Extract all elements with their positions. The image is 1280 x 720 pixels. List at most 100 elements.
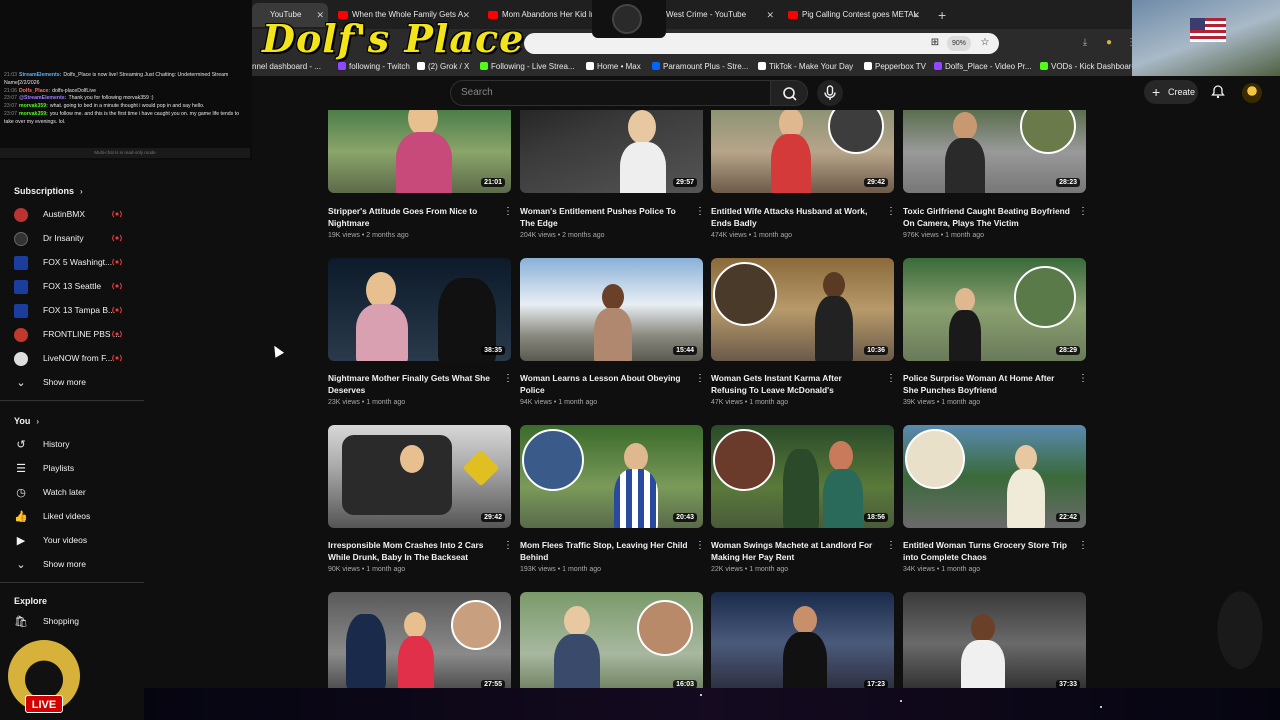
more-options-icon[interactable]: ⋮ xyxy=(503,206,513,217)
sidebar-item-playlists[interactable]: ☰ Playlists xyxy=(0,458,144,480)
sidebar-item-subscription[interactable]: FOX 5 Washingt... xyxy=(0,252,144,274)
video-thumbnail[interactable]: 29:42 xyxy=(328,425,511,528)
video-title[interactable]: Woman's Entitlement Pushes Police To The… xyxy=(520,206,688,229)
video-card[interactable]: 29:57 Woman's Entitlement Pushes Police … xyxy=(520,110,705,270)
more-options-icon[interactable]: ⋮ xyxy=(695,540,705,551)
video-thumbnail[interactable]: 27:55 xyxy=(328,592,511,688)
video-card[interactable]: 22:42 Entitled Woman Turns Grocery Store… xyxy=(903,425,1088,585)
browser-tab[interactable]: West Crime - YouTube ✕ xyxy=(648,3,778,27)
sidebar-item-subscription[interactable]: FRONTLINE PBS ... xyxy=(0,324,144,346)
more-options-icon[interactable]: ⋮ xyxy=(886,206,896,217)
video-card[interactable]: 20:43 Mom Flees Traffic Stop, Leaving He… xyxy=(520,425,705,585)
bookmark-item[interactable]: Paramount Plus - Stre... xyxy=(652,61,748,73)
video-card[interactable]: 16:03 xyxy=(520,592,703,688)
browser-tab[interactable]: Pig Calling Contest goes METAL ✕ xyxy=(784,3,924,27)
search-button[interactable] xyxy=(770,80,808,106)
bookmark-item[interactable]: following - Twitch xyxy=(338,61,410,73)
sidebar-item-watch-later[interactable]: ◷ Watch later xyxy=(0,482,144,504)
profile-icon[interactable]: ● xyxy=(1102,36,1116,50)
video-thumbnail[interactable]: 28:29 xyxy=(903,258,1086,361)
video-card[interactable]: 28:23 Toxic Girlfriend Caught Beating Bo… xyxy=(903,110,1088,270)
new-tab-icon[interactable]: + xyxy=(938,3,946,27)
video-card[interactable]: 10:36 Woman Gets Instant Karma After Ref… xyxy=(711,258,896,418)
more-options-icon[interactable]: ⋮ xyxy=(886,540,896,551)
video-thumbnail[interactable]: 22:42 xyxy=(903,425,1086,528)
video-title[interactable]: Mom Flees Traffic Stop, Leaving Her Chil… xyxy=(520,540,688,563)
video-thumbnail[interactable]: 29:42 xyxy=(711,110,894,193)
video-title[interactable]: Woman Learns a Lesson About Obeying Poli… xyxy=(520,373,688,396)
live-indicator-icon xyxy=(112,282,122,290)
bookmark-item[interactable]: TikTok - Make Your Day xyxy=(758,61,853,73)
account-avatar[interactable] xyxy=(1242,83,1262,103)
bookmark-star-icon[interactable]: ☆ xyxy=(978,36,992,50)
sidebar-item-subscription[interactable]: FOX 13 Tampa B... xyxy=(0,300,144,322)
more-options-icon[interactable]: ⋮ xyxy=(503,540,513,551)
video-thumbnail[interactable]: 17:23 xyxy=(711,592,894,688)
install-app-icon[interactable]: ⊞ xyxy=(928,36,942,50)
video-card[interactable]: 38:35 Nightmare Mother Finally Gets What… xyxy=(328,258,513,418)
video-thumbnail[interactable]: 18:56 xyxy=(711,425,894,528)
sidebar-show-more[interactable]: ⌄ Show more xyxy=(0,554,144,576)
video-title[interactable]: Toxic Girlfriend Caught Beating Boyfrien… xyxy=(903,206,1071,229)
create-button[interactable]: + Create xyxy=(1144,80,1198,104)
video-card[interactable]: 28:29 Police Surprise Woman At Home Afte… xyxy=(903,258,1088,418)
more-options-icon[interactable]: ⋮ xyxy=(886,373,896,384)
video-thumbnail[interactable]: 16:03 xyxy=(520,592,703,688)
video-thumbnail[interactable]: 28:23 xyxy=(903,110,1086,193)
video-title[interactable]: Nightmare Mother Finally Gets What She D… xyxy=(328,373,496,396)
sidebar-item-subscription[interactable]: FOX 13 Seattle xyxy=(0,276,144,298)
video-title[interactable]: Woman Gets Instant Karma After Refusing … xyxy=(711,373,879,396)
video-thumbnail[interactable]: 38:35 xyxy=(328,258,511,361)
search-input[interactable]: Search xyxy=(450,80,770,106)
you-section-title[interactable]: You › xyxy=(14,416,39,426)
video-thumbnail[interactable]: 37:33 xyxy=(903,592,1086,688)
video-card[interactable]: 15:44 Woman Learns a Lesson About Obeyin… xyxy=(520,258,705,418)
video-thumbnail[interactable]: 20:43 xyxy=(520,425,703,528)
more-options-icon[interactable]: ⋮ xyxy=(695,373,705,384)
sidebar-item-shopping[interactable]: 🛍 Shopping xyxy=(0,611,144,633)
video-thumbnail[interactable]: 21:01 xyxy=(328,110,511,193)
bookmark-item[interactable]: Home • Max xyxy=(586,61,641,73)
bookmark-item[interactable]: Dolfs_Place - Video Pr... xyxy=(934,61,1032,73)
bookmark-item[interactable]: Pepperbox TV xyxy=(864,61,926,73)
bookmark-item[interactable]: Following - Live Strea... xyxy=(480,61,575,73)
video-thumbnail[interactable]: 15:44 xyxy=(520,258,703,361)
bookmark-item[interactable]: VODs - Kick Dashboard xyxy=(1040,61,1136,73)
sidebar-item-subscription[interactable]: AustinBMX xyxy=(0,204,144,226)
video-title[interactable]: Irresponsible Mom Crashes Into 2 Cars Wh… xyxy=(328,540,496,563)
video-card[interactable]: 29:42 Entitled Wife Attacks Husband at W… xyxy=(711,110,896,270)
bookmark-item[interactable]: (2) Grok / X xyxy=(417,61,469,73)
video-title[interactable]: Entitled Wife Attacks Husband at Work, E… xyxy=(711,206,879,229)
video-card[interactable]: 17:23 xyxy=(711,592,894,688)
notifications-bell-icon[interactable] xyxy=(1210,84,1226,100)
more-options-icon[interactable]: ⋮ xyxy=(695,206,705,217)
sidebar-item-your-videos[interactable]: ▶ Your videos xyxy=(0,530,144,552)
video-thumbnail[interactable]: 29:57 xyxy=(520,110,703,193)
more-options-icon[interactable]: ⋮ xyxy=(1078,540,1088,551)
sidebar-item-subscription[interactable]: Dr Insanity xyxy=(0,228,144,250)
subscriptions-section-title[interactable]: Subscriptions › xyxy=(14,186,83,196)
more-options-icon[interactable]: ⋮ xyxy=(1078,373,1088,384)
sidebar-item-liked-videos[interactable]: 👍 Liked videos xyxy=(0,506,144,528)
sidebar-item-subscription[interactable]: LiveNOW from F... xyxy=(0,348,144,370)
video-title[interactable]: Entitled Woman Turns Grocery Store Trip … xyxy=(903,540,1071,563)
video-card[interactable]: 18:56 Woman Swings Machete at Landlord F… xyxy=(711,425,896,585)
video-card[interactable]: 37:33 xyxy=(903,592,1086,688)
video-thumbnail[interactable]: 10:36 xyxy=(711,258,894,361)
voice-search-button[interactable] xyxy=(817,80,843,106)
close-tab-icon[interactable]: ✕ xyxy=(766,3,774,27)
video-title[interactable]: Woman Swings Machete at Landlord For Mak… xyxy=(711,540,879,563)
sidebar-item-history[interactable]: ↺ History xyxy=(0,434,144,456)
more-options-icon[interactable]: ⋮ xyxy=(503,373,513,384)
video-title[interactable]: Police Surprise Woman At Home After She … xyxy=(903,373,1071,396)
close-tab-icon[interactable]: ✕ xyxy=(912,3,920,27)
video-card[interactable]: 29:42 Irresponsible Mom Crashes Into 2 C… xyxy=(328,425,513,585)
video-card[interactable]: 21:01 Stripper's Attitude Goes From Nice… xyxy=(328,110,513,270)
zoom-badge[interactable]: 90% xyxy=(947,36,971,51)
video-title[interactable]: Stripper's Attitude Goes From Nice to Ni… xyxy=(328,206,496,229)
download-icon[interactable]: ⤓ xyxy=(1078,36,1092,50)
sidebar-show-more[interactable]: ⌄ Show more xyxy=(0,372,144,394)
video-card[interactable]: 27:55 xyxy=(328,592,511,688)
more-options-icon[interactable]: ⋮ xyxy=(1078,206,1088,217)
bookmark-item[interactable]: nnel dashboard - ... xyxy=(252,61,321,73)
